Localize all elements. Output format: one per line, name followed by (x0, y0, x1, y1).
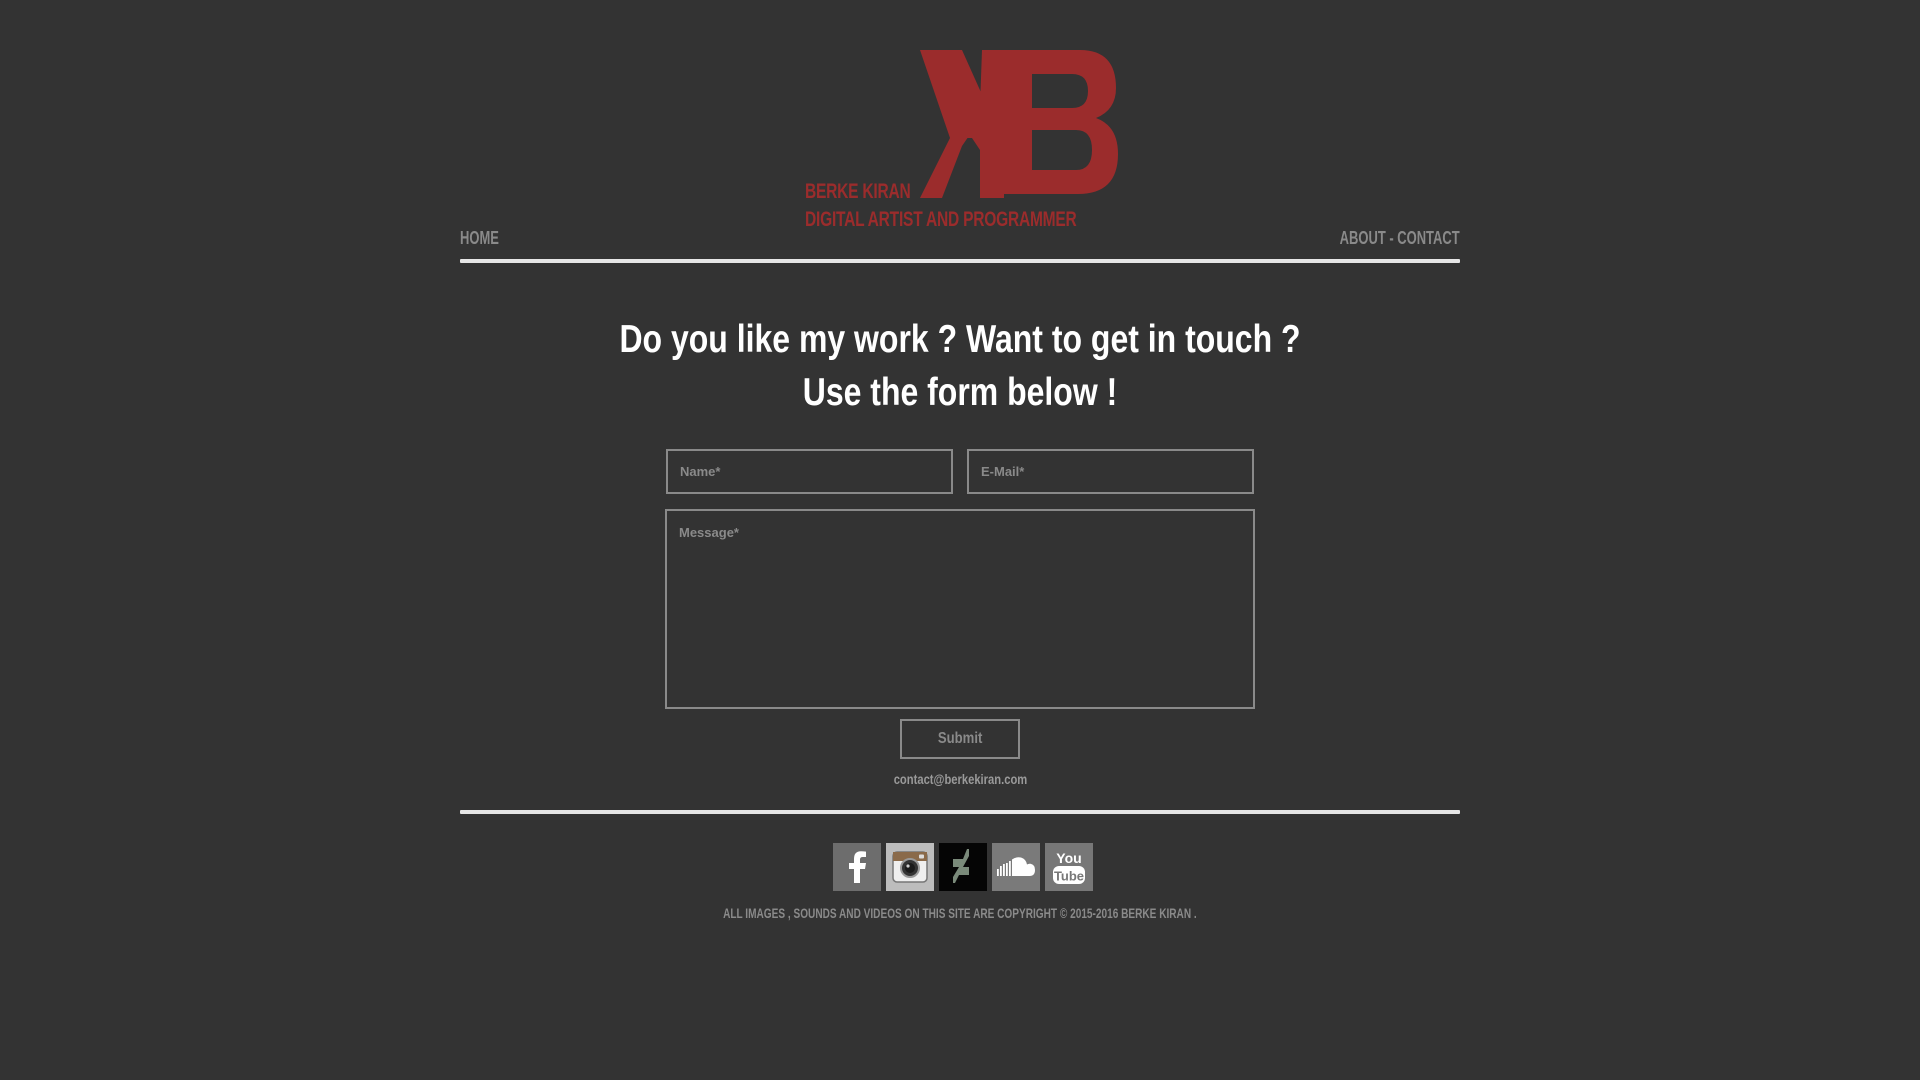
brand-text: BERKE KIRAN DIGITAL ARTIST AND PROGRAMME… (805, 178, 1077, 234)
youtube-label-top: You (1056, 850, 1081, 866)
instagram-icon[interactable] (886, 843, 934, 891)
page-headline: Do you like my work ? Want to get in tou… (460, 313, 1460, 419)
kb-logo[interactable] (920, 38, 1120, 198)
nav-home-link[interactable]: HOME (460, 228, 499, 249)
page-wrapper: BERKE KIRAN DIGITAL ARTIST AND PROGRAMME… (460, 0, 1460, 1080)
header-divider (460, 259, 1460, 263)
name-field[interactable] (666, 449, 953, 494)
headline-line-2: Use the form below ! (802, 371, 1118, 414)
social-links: You Tube (833, 843, 1093, 891)
facebook-icon[interactable] (833, 843, 881, 891)
deviantart-icon[interactable] (939, 843, 987, 891)
brand-tagline: DIGITAL ARTIST AND PROGRAMMER (805, 208, 1077, 231)
nav-about-contact-link[interactable]: ABOUT - CONTACT (1340, 228, 1460, 249)
soundcloud-icon[interactable] (992, 843, 1040, 891)
email-field[interactable] (967, 449, 1254, 494)
youtube-icon[interactable]: You Tube (1045, 843, 1093, 891)
message-field[interactable] (665, 509, 1255, 709)
brand-name: BERKE KIRAN (805, 180, 911, 203)
submit-button[interactable]: Submit (900, 719, 1020, 759)
copyright-notice: ALL IMAGES , SOUNDS AND VIDEOS ON THIS S… (723, 905, 1197, 921)
youtube-label-bottom: Tube (1054, 869, 1084, 884)
footer-divider (460, 810, 1460, 814)
headline-line-1: Do you like my work ? Want to get in tou… (619, 318, 1301, 361)
contact-email[interactable]: contact@berkekiran.com (460, 771, 1460, 787)
submit-label: Submit (937, 730, 983, 747)
